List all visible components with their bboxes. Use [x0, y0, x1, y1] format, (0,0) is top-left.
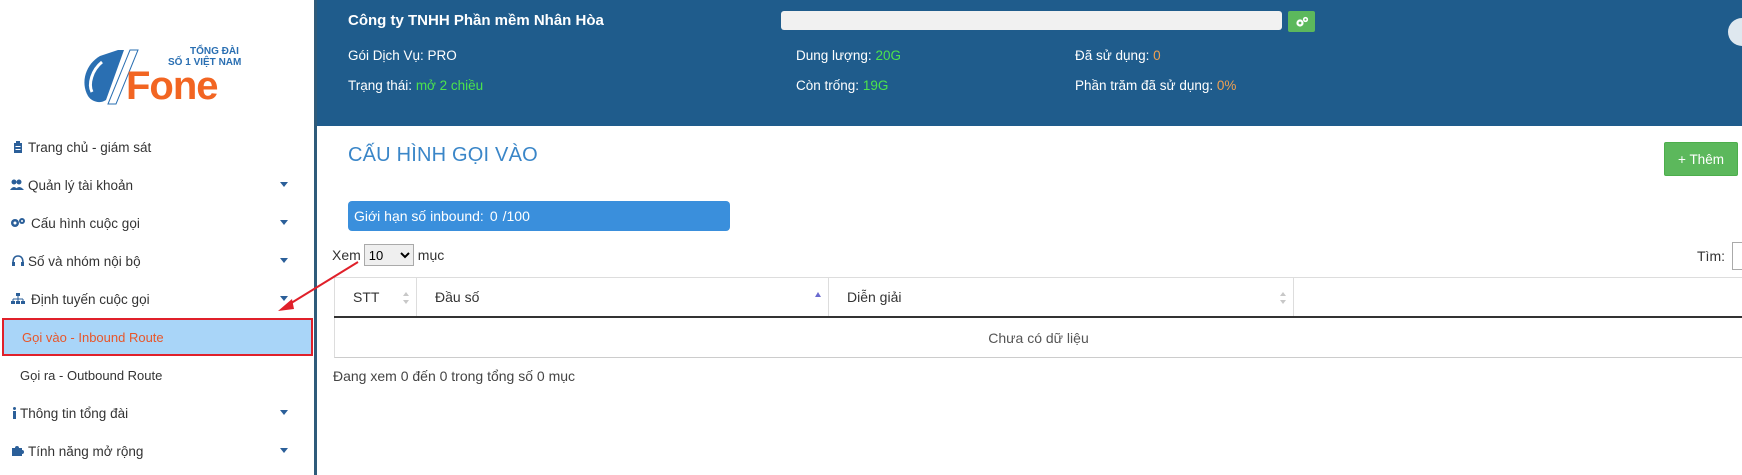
free-value: 19G [862, 78, 889, 93]
logo-tagline-1: TỔNG ĐÀI [190, 46, 239, 57]
table-info: Đang xem 0 đến 0 trong tổng số 0 mục [333, 368, 576, 384]
puzzle-icon [10, 444, 26, 458]
chevron-down-icon [280, 296, 288, 301]
sidebar-menu: Trang chủ - giám sát Quản lý tài khoản C… [0, 128, 314, 470]
vfone-logo[interactable]: TỔNG ĐÀI SỐ 1 VIỆT NAM Fone [78, 44, 241, 110]
sidebar-item-inbound-route[interactable]: Gọi vào - Inbound Route [2, 318, 313, 356]
sitemap-icon [10, 292, 26, 306]
column-header-description[interactable]: Diễn giải [828, 278, 1293, 316]
percent-label: Phần trăm đã sử dụng: [1075, 78, 1214, 93]
sort-icon [1280, 292, 1286, 304]
sidebar-item-label: Định tuyến cuộc gọi [31, 291, 150, 307]
gears-icon [10, 216, 26, 230]
sidebar: TỔNG ĐÀI SỐ 1 VIỆT NAM Fone Trang chủ - … [0, 0, 317, 475]
sidebar-item-call-config[interactable]: Cấu hình cuộc gọi [0, 204, 314, 242]
info-icon [10, 406, 18, 420]
column-label: STT [353, 289, 380, 305]
sidebar-item-label: Thông tin tổng đài [20, 405, 129, 421]
sidebar-item-label: Gọi ra - Outbound Route [20, 367, 163, 383]
capacity-label: Dung lượng: [796, 48, 872, 63]
service-package: Gói Dịch Vụ: PRO [348, 48, 457, 63]
sidebar-item-label: Tính năng mở rộng [28, 443, 144, 459]
column-label: Đầu số [435, 289, 480, 305]
inbound-limit-max: /100 [502, 208, 530, 224]
column-label: Diễn giải [847, 289, 902, 305]
status: Trạng thái: mở 2 chiều [348, 78, 483, 93]
sidebar-item-extensions-features[interactable]: Tính năng mở rộng [0, 432, 314, 470]
page-length-control: Xem 10 mục [332, 244, 444, 266]
sidebar-item-label: Gọi vào - Inbound Route [22, 329, 164, 345]
table-header: STT Đầu số Diễn giải [334, 277, 1742, 318]
sidebar-item-pbx-info[interactable]: Thông tin tổng đài [0, 394, 314, 432]
chevron-down-icon [280, 258, 288, 263]
status-label: Trạng thái: [348, 78, 413, 93]
chevron-down-icon [280, 410, 288, 415]
gears-icon [1295, 16, 1308, 27]
used-space: Đã sử dụng: 0 [1075, 48, 1161, 63]
inbound-route-table: STT Đầu số Diễn giải Chưa có dữ liệu [334, 277, 1742, 358]
logo-brand: Fone [126, 64, 219, 108]
sidebar-item-label: Cấu hình cuộc gọi [31, 215, 140, 231]
headset-icon [10, 254, 26, 268]
sort-asc-icon [815, 292, 821, 297]
show-suffix: mục [417, 247, 445, 263]
sidebar-item-dashboard[interactable]: Trang chủ - giám sát [0, 128, 314, 166]
add-button[interactable]: + Thêm [1664, 142, 1738, 176]
page-title: CẤU HÌNH GỌI VÀO [348, 144, 538, 166]
chevron-down-icon [280, 220, 288, 225]
page-length-select[interactable]: 10 [363, 244, 414, 266]
percent-value: 0% [1216, 78, 1237, 93]
header: Công ty TNHH Phần mềm Nhân Hòa Gói Dịch … [317, 0, 1742, 126]
used-label: Đã sử dụng: [1075, 48, 1150, 63]
company-name: Công ty TNHH Phần mềm Nhân Hòa [348, 12, 604, 29]
sidebar-item-outbound-route[interactable]: Gọi ra - Outbound Route [0, 356, 314, 394]
used-value: 0 [1153, 48, 1161, 63]
free-space: Còn trống: 19G [796, 78, 888, 93]
capacity: Dung lượng: 20G [796, 48, 901, 63]
header-search-input[interactable] [781, 11, 1282, 30]
sidebar-item-extensions[interactable]: Số và nhóm nội bộ [0, 242, 314, 280]
sidebar-item-label: Trang chủ - giám sát [28, 139, 152, 155]
column-header-actions [1293, 278, 1742, 316]
status-value: mở 2 chiều [415, 78, 484, 93]
inbound-limit-label: Giới hạn số inbound: [354, 208, 484, 224]
free-label: Còn trống: [796, 78, 860, 93]
column-header-prefix[interactable]: Đầu số [416, 278, 828, 316]
sidebar-item-label: Quản lý tài khoản [28, 177, 134, 193]
chevron-down-icon [280, 448, 288, 453]
service-value: PRO [427, 48, 457, 63]
sidebar-item-accounts[interactable]: Quản lý tài khoản [0, 166, 314, 204]
chevron-down-icon [280, 182, 288, 187]
settings-button[interactable] [1288, 11, 1315, 32]
inbound-limit-bar: Giới hạn số inbound: 0 /100 [348, 201, 730, 231]
table-empty-row: Chưa có dữ liệu [334, 318, 1742, 358]
inbound-limit-value: 0 [489, 208, 498, 224]
clipboard-icon [10, 140, 26, 154]
show-label: Xem [332, 247, 361, 263]
column-header-stt[interactable]: STT [334, 278, 416, 316]
capacity-value: 20G [875, 48, 901, 63]
sidebar-item-label: Số và nhóm nội bộ [28, 253, 141, 269]
sort-icon [403, 292, 409, 304]
avatar[interactable] [1728, 18, 1742, 46]
used-percent: Phần trăm đã sử dụng: 0% [1075, 78, 1236, 93]
table-search-input[interactable] [1732, 242, 1742, 270]
users-icon [10, 178, 26, 192]
service-label: Gói Dịch Vụ: [348, 48, 424, 63]
search-label: Tìm: [1697, 248, 1725, 264]
sidebar-item-routing[interactable]: Định tuyến cuộc gọi [0, 280, 314, 318]
